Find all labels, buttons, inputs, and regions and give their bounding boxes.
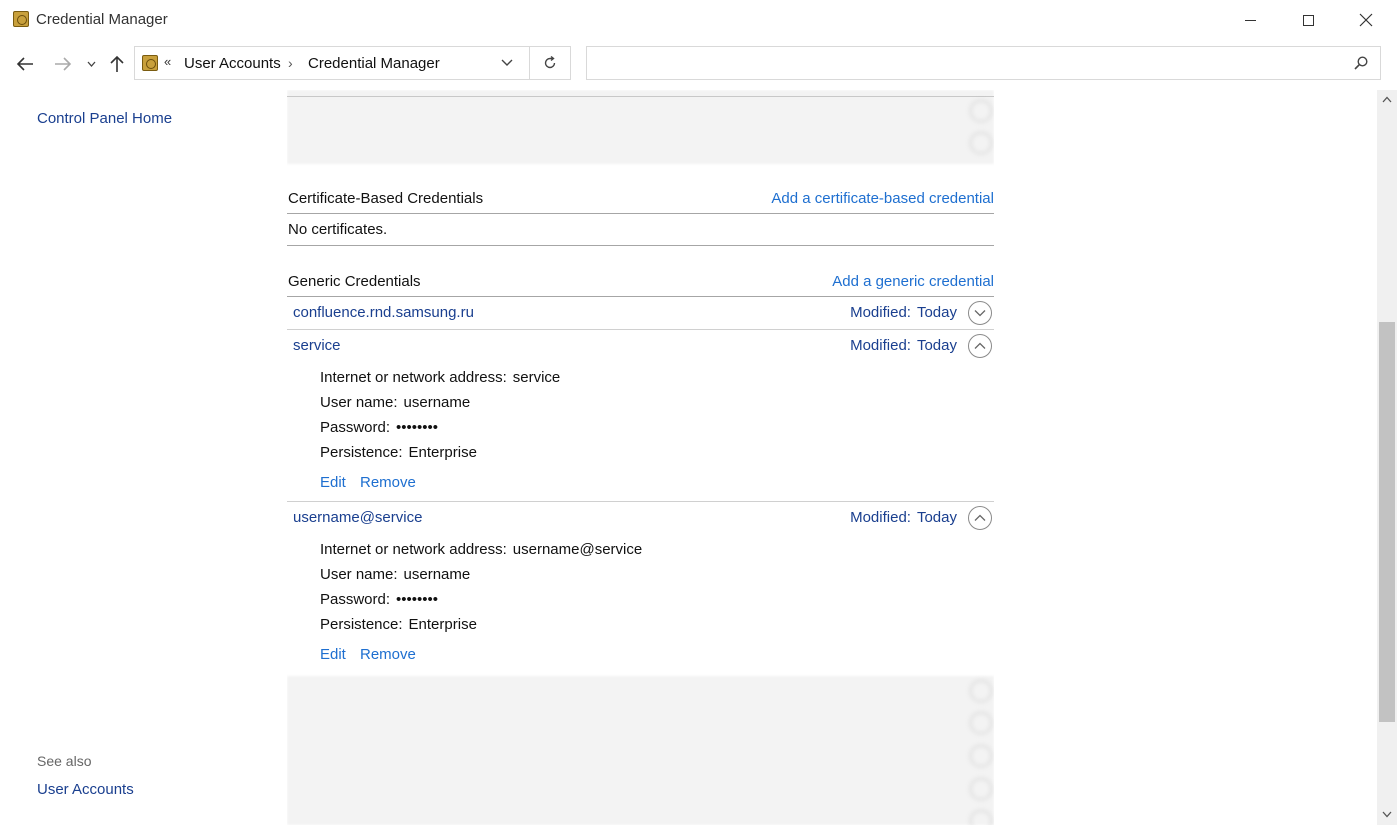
- credential-row[interactable]: confluence.rnd.samsung.ru Modified: Today: [287, 297, 994, 329]
- refresh-icon: [544, 56, 556, 69]
- collapse-credential-button[interactable]: [968, 334, 992, 358]
- minimize-icon: [1244, 19, 1256, 21]
- add-generic-credential-link[interactable]: Add a generic credential: [832, 273, 994, 290]
- title-bar: Credential Manager: [0, 0, 1397, 40]
- credential-password: Password: ••••••••: [320, 419, 439, 436]
- credential-row[interactable]: service Modified: Today: [287, 330, 994, 362]
- blurred-credential-row: [287, 128, 994, 160]
- chevron-down-icon: [501, 59, 513, 66]
- refresh-button[interactable]: [530, 46, 571, 80]
- no-certificates-text: No certificates.: [288, 221, 388, 238]
- chevron-down-icon: [87, 61, 95, 67]
- chevron-up-icon: [974, 514, 986, 521]
- up-button[interactable]: [104, 52, 130, 76]
- scroll-thumb[interactable]: [1379, 322, 1395, 722]
- maximize-icon: [1302, 14, 1314, 26]
- modified-label: Modified:: [850, 337, 911, 354]
- credential-password: Password: ••••••••: [320, 591, 439, 608]
- remove-credential-link[interactable]: Remove: [360, 474, 416, 491]
- blurred-credential-row: [287, 774, 994, 806]
- chevron-down-icon: [974, 310, 986, 317]
- close-icon: [1359, 13, 1373, 27]
- blurred-credential-row: [287, 676, 994, 708]
- credential-persistence: Persistence: Enterprise: [320, 444, 477, 461]
- blurred-credential-row: [287, 96, 994, 128]
- chevron-down-icon: [1382, 811, 1392, 818]
- edit-credential-link[interactable]: Edit: [320, 474, 346, 491]
- back-button[interactable]: [12, 52, 38, 76]
- expand-icon: [970, 680, 992, 702]
- edit-credential-link[interactable]: Edit: [320, 646, 346, 663]
- search-icon: [1354, 56, 1368, 70]
- chevron-up-icon: [974, 342, 986, 349]
- expand-credential-button[interactable]: [968, 301, 992, 325]
- credential-address: Internet or network address: username@ser…: [320, 541, 643, 558]
- breadcrumb-credential-manager[interactable]: Credential Manager: [308, 55, 440, 72]
- credential-username: User name: username: [320, 566, 471, 583]
- remove-credential-link[interactable]: Remove: [360, 646, 416, 663]
- forward-arrow-icon: [55, 57, 72, 71]
- see-also-heading: See also: [37, 753, 92, 769]
- control-panel-home-link[interactable]: Control Panel Home: [37, 110, 172, 127]
- expand-icon: [970, 745, 992, 767]
- window-title: Credential Manager: [36, 11, 168, 28]
- left-navigation-pane: Control Panel Home See also User Account…: [0, 90, 260, 825]
- blurred-credential-row: [287, 741, 994, 773]
- recent-locations-button[interactable]: [84, 52, 98, 76]
- breadcrumb-user-accounts[interactable]: User Accounts: [184, 55, 281, 72]
- forward-button[interactable]: [50, 52, 76, 76]
- scroll-up-button[interactable]: [1382, 94, 1392, 106]
- maximize-button[interactable]: [1279, 0, 1337, 40]
- modified-date: Today: [916, 509, 957, 526]
- credential-row[interactable]: username@service Modified: Today: [287, 502, 994, 534]
- modified-label: Modified:: [850, 509, 911, 526]
- navigation-bar: « User Accounts › Credential Manager: [0, 40, 1397, 90]
- credential-name[interactable]: service: [293, 337, 341, 354]
- section-title: Certificate-Based Credentials: [288, 190, 484, 207]
- address-bar[interactable]: « User Accounts › Credential Manager: [134, 46, 530, 80]
- credential-modified: Modified: Today: [850, 337, 957, 354]
- address-dropdown-button[interactable]: [501, 55, 513, 70]
- back-arrow-icon: [16, 57, 33, 71]
- blurred-credential-row: [287, 708, 994, 740]
- search-input[interactable]: [586, 46, 1381, 80]
- vertical-scrollbar[interactable]: [1377, 90, 1397, 825]
- modified-date: Today: [916, 304, 957, 321]
- user-accounts-link[interactable]: User Accounts: [37, 781, 134, 798]
- credential-modified: Modified: Today: [850, 509, 957, 526]
- expand-icon: [970, 712, 992, 734]
- collapse-credential-button[interactable]: [968, 506, 992, 530]
- control-panel-icon: [142, 55, 158, 71]
- credential-persistence: Persistence: Enterprise: [320, 616, 477, 633]
- expand-icon: [970, 810, 992, 825]
- expand-icon: [970, 778, 992, 800]
- overflow-chevron[interactable]: «: [164, 54, 171, 69]
- expand-icon: [970, 100, 992, 122]
- credentials-content: Certificate-Based Credentials Add a cert…: [287, 90, 994, 825]
- section-title: Generic Credentials: [288, 273, 421, 290]
- generic-section-header: Generic Credentials Add a generic creden…: [287, 265, 994, 297]
- close-button[interactable]: [1337, 0, 1395, 40]
- credential-username: User name: username: [320, 394, 471, 411]
- blurred-credential-row: [287, 806, 994, 825]
- certificate-section-header: Certificate-Based Credentials Add a cert…: [287, 182, 994, 214]
- add-certificate-credential-link[interactable]: Add a certificate-based credential: [771, 190, 994, 207]
- credential-name[interactable]: username@service: [293, 509, 422, 526]
- credential-manager-icon: [13, 11, 29, 27]
- scroll-down-button[interactable]: [1382, 809, 1392, 821]
- credential-address: Internet or network address: service: [320, 369, 561, 386]
- modified-date: Today: [916, 337, 957, 354]
- minimize-button[interactable]: [1221, 0, 1279, 40]
- credential-name[interactable]: confluence.rnd.samsung.ru: [293, 304, 474, 321]
- modified-label: Modified:: [850, 304, 911, 321]
- chevron-up-icon: [1382, 96, 1392, 103]
- divider: [287, 245, 994, 246]
- expand-icon: [970, 132, 992, 154]
- up-arrow-icon: [110, 55, 124, 72]
- breadcrumb-separator[interactable]: ›: [288, 55, 293, 71]
- credential-modified: Modified: Today: [850, 304, 957, 321]
